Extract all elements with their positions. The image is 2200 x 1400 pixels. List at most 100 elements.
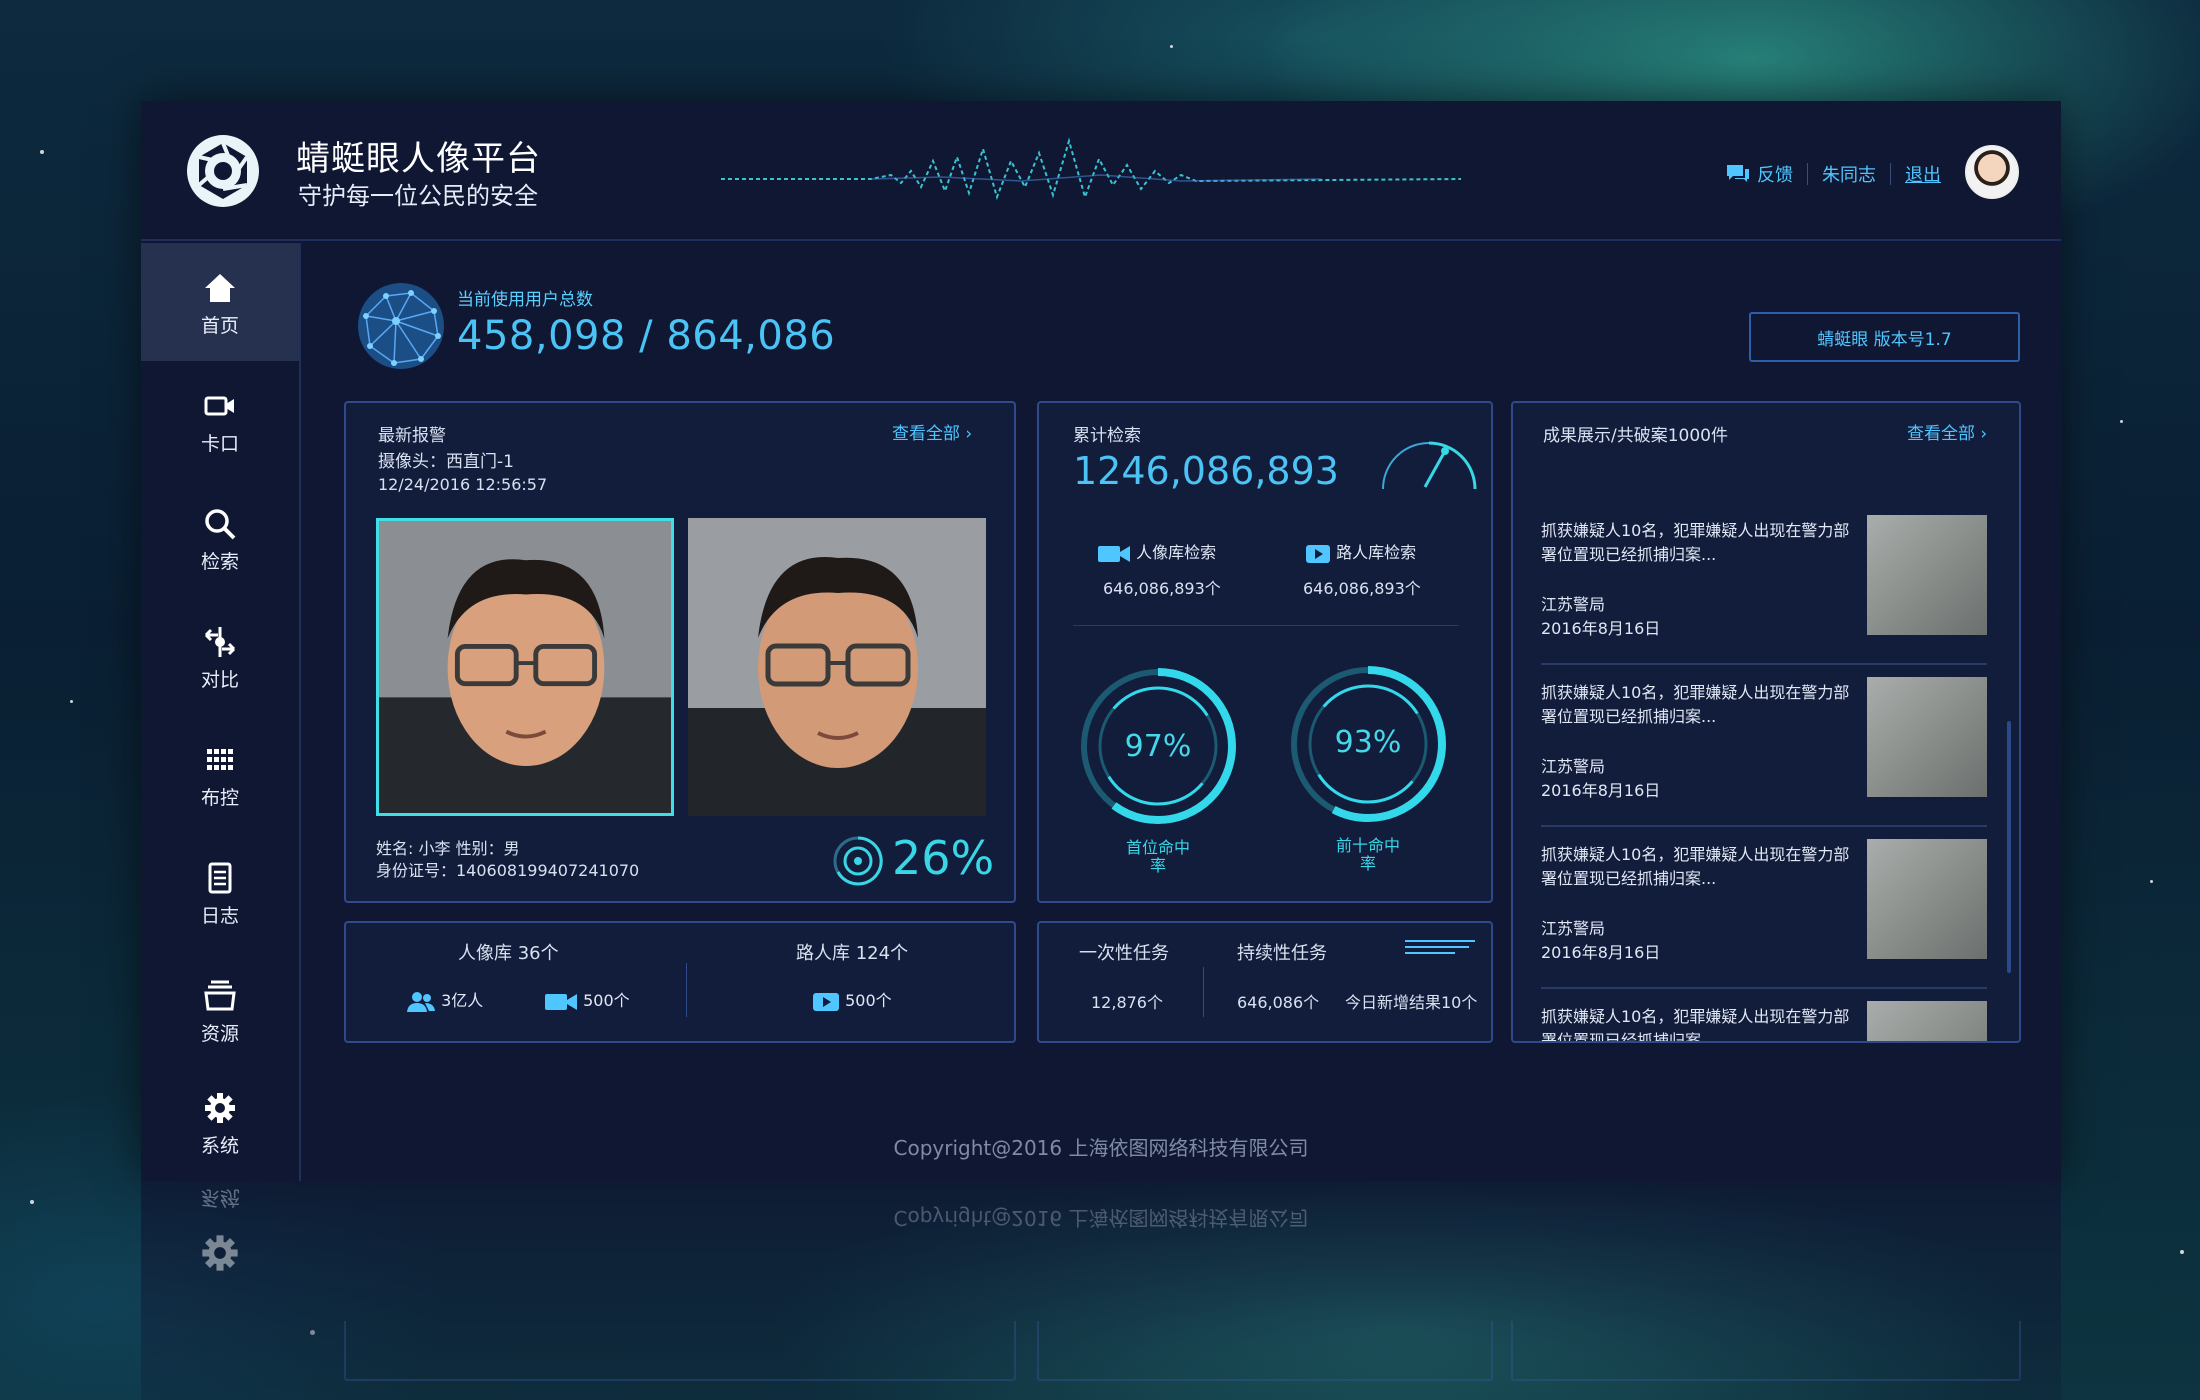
folder-icon — [204, 980, 236, 1011]
search-icon — [205, 509, 236, 540]
continuous-task-value: 646,086个 — [1237, 993, 1320, 1012]
match-percent: 26% — [892, 831, 995, 885]
scrollbar[interactable] — [2007, 721, 2011, 973]
result-org: 江苏警局 — [1541, 595, 1606, 614]
one-time-task-value: 12,876个 — [1091, 993, 1163, 1012]
sidebar-item-label: 卡口 — [200, 433, 239, 455]
header-actions: 反馈 朱同志 退出 — [1725, 161, 1941, 187]
alert-title: 最新报警 — [378, 426, 446, 446]
sidebar-item-resources[interactable]: 资源 — [141, 951, 299, 1069]
face-photo — [379, 521, 671, 813]
road-video-count: 500个 — [845, 991, 892, 1010]
sidebar: 首页 卡口 检索 对比 布控 日志 资源 系统 — [141, 243, 301, 1181]
result-item[interactable]: 抓获嫌疑人10名，犯罪嫌疑人出现在警力部署位置现已经抓捕归案... 江苏警局 2… — [1541, 665, 1987, 827]
face-photo — [688, 518, 986, 816]
users-icon — [407, 991, 435, 1012]
result-item[interactable]: 抓获嫌疑人10名，犯罪嫌疑人出现在警力部署位置现已经抓捕归案... 江苏警局 2… — [1541, 503, 1987, 665]
compare-icon — [204, 627, 236, 657]
video-camera-icon — [204, 396, 234, 416]
sidebar-item-label: 日志 — [200, 905, 239, 927]
divider — [1890, 163, 1891, 185]
window-reflection: Copyright@2016 上海依图网络科技有限公司 系统 — [141, 1181, 2061, 1400]
feedback-link[interactable]: 反馈 — [1757, 161, 1793, 187]
road-video-stat: 500个 — [812, 987, 892, 1012]
captured-face-image[interactable] — [376, 518, 674, 816]
sidebar-item-checkpoint[interactable]: 卡口 — [141, 361, 299, 479]
one-time-task-label: 一次性任务 — [1079, 943, 1169, 964]
result-org: 江苏警局 — [1541, 757, 1606, 776]
search-title: 累计检索 — [1073, 426, 1141, 446]
sidebar-item-label: 首页 — [200, 315, 239, 337]
speedometer-icon — [1382, 441, 1477, 490]
play-icon — [813, 992, 839, 1011]
video-count: 500个 — [583, 991, 630, 1010]
face-search-value: 646,086,893个 — [1103, 579, 1221, 598]
face-search-label: 人像库检索 — [1136, 543, 1217, 562]
result-thumbnail — [1867, 1001, 1987, 1041]
today-new-results: 今日新增结果10个 — [1345, 993, 1478, 1012]
sidebar-item-search[interactable]: 检索 — [141, 479, 299, 597]
result-text: 抓获嫌疑人10名，犯罪嫌疑人出现在警力部署位置现已经抓捕归案... — [1541, 845, 1850, 888]
sidebar-item-surveillance[interactable]: 布控 — [141, 715, 299, 833]
sidebar-item-label: 检索 — [200, 551, 239, 573]
sidebar-item-home[interactable]: 首页 — [141, 243, 299, 361]
first-hit-rate-value: 97% — [1124, 729, 1192, 764]
latest-alert-card: 最新报警 查看全部 › 摄像头：西直门-1 12/24/2016 12:56:5… — [344, 401, 1016, 903]
play-icon — [1306, 544, 1330, 563]
globe-network-icon — [358, 283, 444, 369]
result-thumbnail — [1867, 677, 1987, 797]
copyright-reflection: Copyright@2016 上海依图网络科技有限公司 — [893, 1206, 1309, 1230]
divider — [686, 963, 687, 1017]
library-card: 人像库 36个 路人库 124个 3亿人 500个 500个 — [344, 921, 1016, 1043]
alert-view-all-link[interactable]: 查看全部 › — [892, 419, 972, 444]
sidebar-item-compare[interactable]: 对比 — [141, 597, 299, 715]
home-icon — [205, 274, 235, 302]
chat-bubble-icon — [1727, 165, 1749, 182]
top10-hit-rate-label: 前十命中 率 — [1335, 836, 1400, 873]
copyright: Copyright@2016 上海依图网络科技有限公司 — [893, 1136, 1309, 1160]
result-date: 2016年8月16日 — [1541, 619, 1661, 638]
video-camera-icon — [545, 993, 577, 1010]
result-item[interactable]: 抓获嫌疑人10名，犯罪嫌疑人出现在警力部署位置现已经抓捕归案... 江苏警局 2… — [1541, 827, 1987, 989]
version-button[interactable]: 蜻蜓眼 版本号1.7 — [1749, 312, 2020, 362]
sidebar-item-system[interactable]: 系统 — [141, 1063, 299, 1181]
matched-face-image[interactable] — [688, 518, 986, 816]
grid-icon — [207, 749, 233, 770]
chevron-right-icon: › — [965, 424, 973, 444]
app-subtitle: 守护每一位公民的安全 — [298, 182, 538, 210]
alert-time: 12/24/2016 12:56:57 — [378, 475, 548, 494]
logout-link[interactable]: 退出 — [1905, 161, 1941, 187]
road-search-value: 646,086,893个 — [1303, 579, 1421, 598]
document-icon — [208, 862, 232, 894]
view-all-label: 查看全部 — [1907, 424, 1975, 444]
divider — [1073, 625, 1459, 626]
card-reflection — [1037, 1321, 1493, 1381]
result-thumbnail — [1867, 515, 1987, 635]
divider — [1203, 967, 1204, 1017]
result-date: 2016年8月16日 — [1541, 781, 1661, 800]
road-search-label: 路人库检索 — [1336, 543, 1417, 562]
user-name[interactable]: 朱同志 — [1822, 161, 1876, 187]
people-stat: 3亿人 — [406, 987, 483, 1013]
video-stat: 500个 — [544, 987, 630, 1012]
result-text: 抓获嫌疑人10名，犯罪嫌疑人出现在警力部署位置现已经抓捕归案... — [1541, 521, 1850, 564]
dragonfly-eye-logo-icon — [187, 135, 259, 207]
avatar[interactable] — [1965, 145, 2019, 199]
waveform-decoration — [721, 137, 1461, 201]
search-total: 1246,086,893 — [1073, 449, 1339, 493]
suspect-id-number: 身份证号：140608199407241070 — [376, 861, 640, 880]
app-title: 蜻蜓眼人像平台 — [296, 139, 541, 179]
result-org: 江苏警局 — [1541, 919, 1606, 938]
road-search-stat: 路人库检索 — [1305, 539, 1416, 564]
continuous-task-label: 持续性任务 — [1237, 943, 1327, 964]
top10-hit-rate-value: 93% — [1334, 725, 1402, 760]
match-gauge-icon — [833, 836, 883, 886]
results-showcase-card: 成果展示/共破案1000件 查看全部 › 抓获嫌疑人10名，犯罪嫌疑人出现在警力… — [1511, 401, 2021, 1043]
tasks-card: 一次性任务 持续性任务 12,876个 646,086个 今日新增结果10个 — [1037, 921, 1493, 1043]
results-view-all-link[interactable]: 查看全部 › — [1907, 419, 1987, 444]
road-library-count: 路人库 124个 — [796, 943, 909, 964]
people-count: 3亿人 — [441, 991, 484, 1010]
sidebar-item-log[interactable]: 日志 — [141, 833, 299, 951]
result-item[interactable]: 抓获嫌疑人10名，犯罪嫌疑人出现在警力部署位置现已经抓捕归案... — [1541, 989, 1987, 1041]
sidebar-item-label: 对比 — [200, 669, 239, 691]
